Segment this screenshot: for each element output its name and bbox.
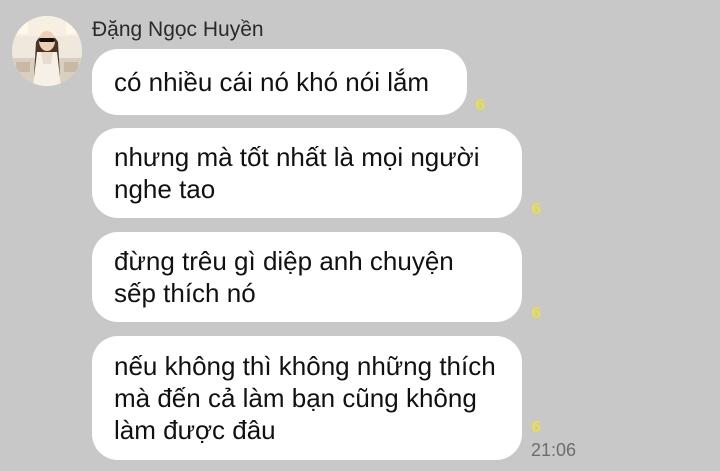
message-text: có nhiều cái nó khó nói lắm: [114, 67, 430, 97]
sender-avatar[interactable]: [12, 16, 82, 86]
message-bubble[interactable]: có nhiều cái nó khó nói lắm: [92, 49, 467, 115]
unread-count: 6: [531, 418, 542, 436]
message-text: nhưng mà tốt nhất là mọi người nghe tao: [114, 142, 480, 204]
unread-count: 6: [531, 304, 542, 322]
unread-count: 6: [475, 96, 486, 114]
sender-name: Đặng Ngọc Huyền: [92, 18, 264, 41]
message-timestamp: 21:06: [531, 440, 577, 460]
message-bubble[interactable]: đừng trêu gì diệp anh chuyện sếp thích n…: [92, 232, 522, 322]
message-text: đừng trêu gì diệp anh chuyện sếp thích n…: [114, 246, 454, 308]
message-bubble[interactable]: nhưng mà tốt nhất là mọi người nghe tao: [92, 128, 522, 218]
message-text: nếu không thì không những thích mà đến c…: [114, 351, 496, 445]
unread-count: 6: [531, 200, 542, 218]
message-bubble[interactable]: nếu không thì không những thích mà đến c…: [92, 336, 522, 460]
avatar-photo: [12, 16, 82, 86]
